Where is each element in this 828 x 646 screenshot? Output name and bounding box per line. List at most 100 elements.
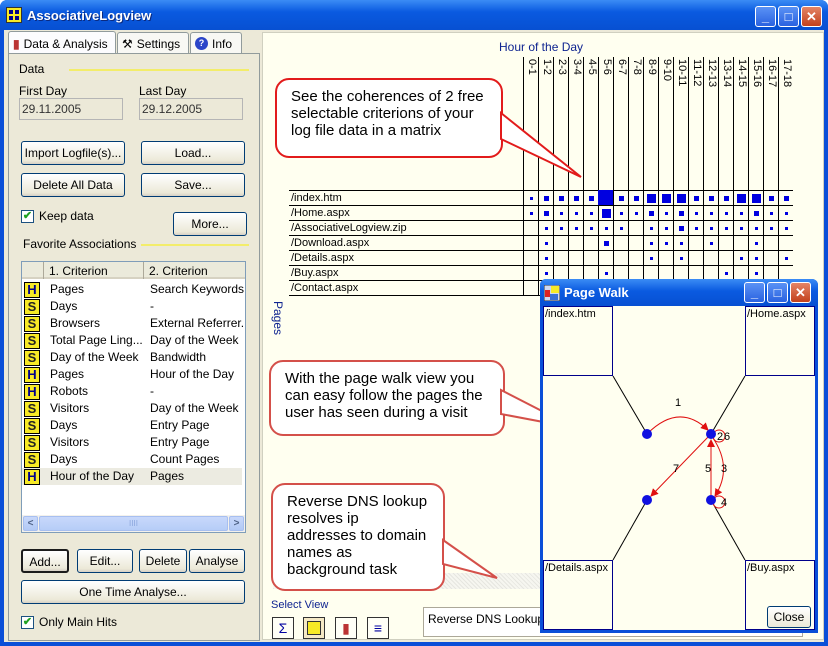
matrix-cell[interactable] [733, 250, 748, 265]
list-item[interactable]: S Total Page Ling... Day of the Week [22, 332, 242, 349]
matrix-cell[interactable] [598, 205, 613, 220]
page-walk-minimize-button[interactable]: _ [744, 282, 765, 303]
tab-data-analysis[interactable]: ▮ Data & Analysis [8, 31, 116, 55]
matrix-cell[interactable] [748, 190, 763, 205]
page-walk-close-text-button[interactable]: Close [767, 606, 811, 628]
matrix-cell[interactable] [568, 235, 583, 250]
matrix-cell[interactable] [658, 205, 673, 220]
matrix-cell[interactable] [628, 190, 643, 205]
last-day-field[interactable]: 29.12.2005 [139, 98, 243, 120]
matrix-cell[interactable] [763, 250, 778, 265]
matrix-cell[interactable] [703, 265, 718, 280]
row-header[interactable]: /Details.aspx [289, 250, 523, 265]
column-header[interactable]: 15-16 [748, 57, 763, 191]
matrix-cell[interactable] [658, 235, 673, 250]
add-button[interactable]: Add... [21, 549, 69, 573]
matrix-cell[interactable] [523, 250, 538, 265]
matrix-cell[interactable] [733, 220, 748, 235]
matrix-cell[interactable] [583, 220, 598, 235]
matrix-cell[interactable] [718, 235, 733, 250]
matrix-cell[interactable] [733, 235, 748, 250]
matrix-cell[interactable] [673, 235, 688, 250]
keep-data-checkbox[interactable]: ✔ [21, 210, 34, 223]
save-button[interactable]: Save... [141, 173, 245, 197]
matrix-cell[interactable] [523, 235, 538, 250]
matrix-cell[interactable] [688, 250, 703, 265]
matrix-cell[interactable] [613, 190, 628, 205]
matrix-cell[interactable] [718, 205, 733, 220]
favorites-list[interactable]: 1. Criterion 2. Criterion H Pages Search K… [21, 261, 246, 533]
matrix-cell[interactable] [763, 205, 778, 220]
matrix-cell[interactable] [598, 220, 613, 235]
matrix-cell[interactable] [688, 205, 703, 220]
matrix-cell[interactable] [643, 250, 658, 265]
list-item[interactable]: S Day of the Week Bandwidth [22, 349, 242, 366]
column-header[interactable]: 8-9 [643, 57, 658, 191]
row-header[interactable]: /index.htm [289, 190, 523, 205]
matrix-cell[interactable] [583, 190, 598, 205]
matrix-cell[interactable] [673, 265, 688, 280]
list-item[interactable]: H Hour of the Day Pages [22, 468, 242, 485]
more-button[interactable]: More... [173, 212, 247, 236]
list-item[interactable]: S Days Count Pages [22, 451, 242, 468]
delete-button[interactable]: Delete [139, 549, 187, 573]
minimize-button[interactable]: _ [755, 6, 776, 27]
delete-all-data-button[interactable]: Delete All Data [21, 173, 125, 197]
matrix-cell[interactable] [718, 265, 733, 280]
matrix-cell[interactable] [778, 265, 793, 280]
matrix-cell[interactable] [673, 250, 688, 265]
matrix-cell[interactable] [703, 220, 718, 235]
matrix-cell[interactable] [538, 265, 553, 280]
row-header[interactable]: /AssociativeLogview.zip [289, 220, 523, 235]
matrix-cell[interactable] [598, 265, 613, 280]
list-item[interactable]: H Robots - [22, 383, 242, 400]
matrix-cell[interactable] [643, 235, 658, 250]
edit-button[interactable]: Edit... [77, 549, 133, 573]
matrix-cell[interactable] [538, 250, 553, 265]
header-criterion-2[interactable]: 2. Criterion [144, 262, 245, 279]
matrix-cell[interactable] [748, 250, 763, 265]
matrix-cell[interactable] [673, 190, 688, 205]
tab-info[interactable]: ? Info [190, 32, 242, 54]
page-walk-maximize-button[interactable]: □ [767, 282, 788, 303]
matrix-cell[interactable] [568, 250, 583, 265]
matrix-cell[interactable] [538, 190, 553, 205]
close-button[interactable]: ✕ [801, 6, 822, 27]
matrix-cell[interactable] [688, 235, 703, 250]
column-header[interactable]: 11-12 [688, 57, 703, 191]
matrix-cell[interactable] [613, 205, 628, 220]
column-header[interactable]: 13-14 [718, 57, 733, 191]
matrix-cell[interactable] [583, 205, 598, 220]
matrix-cell[interactable] [673, 205, 688, 220]
matrix-cell[interactable] [688, 190, 703, 205]
matrix-cell[interactable] [613, 220, 628, 235]
matrix-cell[interactable] [658, 220, 673, 235]
matrix-cell[interactable] [598, 190, 614, 206]
matrix-cell[interactable] [748, 220, 763, 235]
list-item[interactable]: S Days - [22, 298, 242, 315]
matrix-cell[interactable] [538, 205, 553, 220]
matrix-cell[interactable] [748, 235, 763, 250]
matrix-cell[interactable] [643, 190, 658, 205]
row-header[interactable]: /Download.aspx [289, 235, 523, 250]
matrix-cell[interactable] [778, 205, 793, 220]
matrix-cell[interactable] [523, 190, 538, 205]
matrix-cell[interactable] [523, 220, 538, 235]
import-logfiles-button[interactable]: Import Logfile(s)... [21, 141, 125, 165]
column-header[interactable]: 10-11 [673, 57, 688, 191]
column-header[interactable]: 14-15 [733, 57, 748, 191]
matrix-cell[interactable] [553, 220, 568, 235]
list-item[interactable]: H Pages Search Keywords [22, 281, 244, 298]
matrix-cell[interactable] [748, 265, 763, 280]
matrix-cell[interactable] [553, 205, 568, 220]
matrix-cell[interactable] [523, 205, 538, 220]
matrix-cell[interactable] [643, 265, 658, 280]
column-header[interactable]: 12-13 [703, 57, 718, 191]
column-header[interactable]: 4-5 [583, 57, 598, 191]
matrix-cell[interactable] [673, 220, 688, 235]
column-header[interactable]: 17-18 [778, 57, 793, 191]
only-main-hits-checkbox[interactable]: ✔ [21, 616, 34, 629]
matrix-cell[interactable] [568, 265, 583, 280]
list-item[interactable]: S Browsers External Referrer... [22, 315, 245, 332]
scroll-right-arrow[interactable]: > [229, 516, 244, 531]
